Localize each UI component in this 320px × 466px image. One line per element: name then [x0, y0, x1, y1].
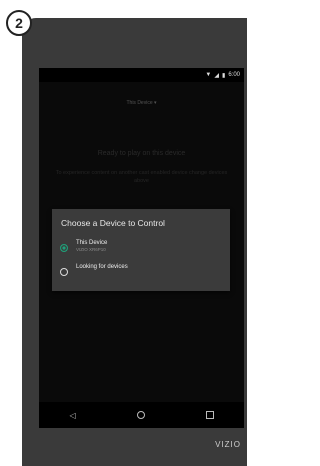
android-nav-bar: ◁: [39, 402, 244, 428]
option-label: This Device: [76, 240, 108, 246]
cast-instructions: To experience content on another cast en…: [55, 170, 228, 184]
device-selector-label: This Device: [126, 100, 153, 106]
vizio-logo: VIZIO: [215, 440, 241, 449]
step-number-badge: 2: [6, 10, 32, 36]
wifi-icon: ▼: [205, 72, 212, 78]
option-label: Looking for devices: [76, 264, 128, 270]
device-option-this-device[interactable]: This Device VIZIO XR6P10: [60, 240, 107, 252]
home-icon[interactable]: [136, 411, 145, 419]
chevron-down-icon: ▾: [154, 100, 157, 106]
back-icon[interactable]: ◁: [69, 411, 75, 420]
phone-screen: ▼ ◢ ▮ 6:00 This Device ▾ Ready to play o…: [39, 68, 244, 428]
dialog-title: Choose a Device to Control: [61, 218, 165, 228]
radio-unselected-icon[interactable]: [60, 268, 68, 276]
status-time: 6:00: [228, 72, 240, 78]
choose-device-dialog: Choose a Device to Control This Device V…: [52, 209, 230, 291]
battery-icon: ▮: [222, 72, 226, 79]
ready-heading: Ready to play on this device: [97, 150, 186, 157]
radio-selected-icon[interactable]: [60, 244, 68, 252]
recents-icon[interactable]: [205, 411, 214, 419]
signal-icon: ◢: [214, 72, 219, 79]
option-sublabel: VIZIO XR6P10: [76, 247, 106, 252]
device-selector-dropdown[interactable]: This Device ▾: [39, 100, 244, 106]
device-option-looking[interactable]: Looking for devices: [60, 264, 128, 276]
status-bar: ▼ ◢ ▮ 6:00: [39, 68, 244, 82]
